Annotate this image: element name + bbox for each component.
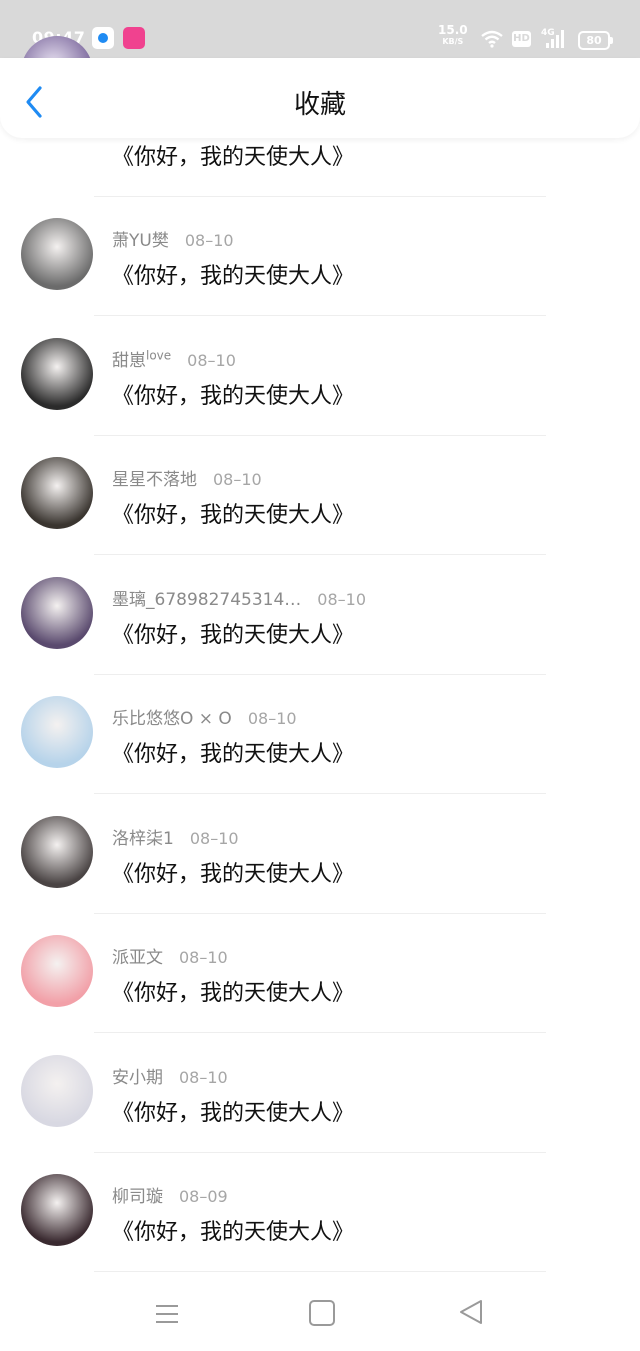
divider: [94, 434, 546, 436]
message-text: 《你好，我的天使大人》: [112, 861, 355, 887]
top-header: 收藏: [0, 58, 640, 138]
message-text: 《你好，我的天使大人》: [112, 1220, 355, 1245]
item-meta: 洛梓柒1 08–10: [112, 824, 239, 849]
item-date: 08–10: [184, 231, 234, 250]
item-date: 08–10: [247, 709, 297, 728]
list-item[interactable]: 墨璃_678982745314… 08–10 《你好，我的天使大人》: [0, 576, 640, 696]
item-meta: 派亚文 08–10: [112, 943, 228, 968]
item-date: 08–10: [317, 589, 367, 609]
list-item[interactable]: 星星不落地 08–10 《你好，我的天使大人》: [0, 457, 640, 576]
avatar[interactable]: [21, 457, 93, 529]
item-date: 08–10: [213, 470, 262, 489]
divider: [94, 793, 546, 794]
avatar[interactable]: [21, 696, 93, 768]
divider: [94, 1032, 546, 1033]
message-text: 《你好，我的天使大人》: [112, 383, 355, 409]
page-title: 收藏: [293, 90, 346, 120]
user-name[interactable]: 派亚文: [112, 948, 163, 968]
user-name[interactable]: 萧YU樊: [112, 231, 169, 251]
item-meta: 甜崽love 08–10: [112, 346, 236, 371]
item-meta: 乐比悠悠O × O 08–10: [112, 704, 297, 729]
hd-badge: HD: [512, 31, 531, 47]
message-text: 《你好，我的天使大人》: [112, 742, 355, 767]
network-speed-unit: KB/S: [442, 37, 464, 46]
network-speed-value: 15.0: [438, 23, 468, 37]
user-name[interactable]: 柳司璇: [112, 1187, 163, 1207]
app-notification-icon-2: [123, 27, 145, 49]
user-name[interactable]: 星星不落地: [112, 470, 197, 490]
network-speed: 15.0 KB/S: [438, 23, 468, 47]
divider: [94, 1151, 546, 1153]
divider: [94, 554, 546, 555]
list-item[interactable]: 乐比悠悠O × O 08–10 《你好，我的天使大人》: [0, 696, 640, 815]
item-meta: 柳司璇 08–09: [112, 1182, 228, 1207]
list-item[interactable]: 安小期 08–10 《你好，我的天使大人》: [0, 1054, 640, 1174]
divider: [94, 315, 546, 316]
battery-icon: 80: [578, 31, 613, 50]
divider: [94, 1271, 546, 1272]
item-date: 08–10: [187, 350, 236, 370]
divider: [94, 673, 546, 675]
list-item[interactable]: 洛梓柒1 08–10 《你好，我的天使大人》: [0, 815, 640, 935]
signal-icon: [546, 28, 564, 48]
message-text: 《你好，我的天使大人》: [112, 1100, 355, 1126]
item-date: 08–10: [179, 948, 228, 967]
menu-icon[interactable]: [154, 1303, 180, 1325]
user-name[interactable]: 甜崽: [112, 351, 146, 371]
user-name[interactable]: 洛梓柒1: [112, 829, 174, 849]
back-triangle-icon[interactable]: [458, 1299, 484, 1325]
user-name[interactable]: 墨璃_678982745314…: [112, 590, 301, 610]
item-date: 08–10: [189, 828, 239, 848]
user-name-suffix: love: [146, 347, 172, 362]
system-nav-bar: [0, 1275, 640, 1351]
wifi-icon: [481, 30, 503, 48]
message-text: 《你好，我的天使大人》: [112, 981, 355, 1006]
list-item[interactable]: 萧YU樊 08–10 《你好，我的天使大人》: [0, 218, 640, 337]
status-bar: 09:47 15.0 KB/S HD 4G 80: [0, 0, 640, 58]
user-name[interactable]: 乐比悠悠O × O: [112, 709, 232, 729]
avatar[interactable]: [21, 337, 93, 410]
item-date: 08–10: [179, 1067, 228, 1087]
list-item[interactable]: 派亚文 08–10 《你好，我的天使大人》: [0, 935, 640, 1054]
message-text: 《你好，我的天使大人》: [112, 264, 355, 289]
app-notification-icon: [92, 27, 114, 49]
message-text: 《你好，我的天使大人》: [112, 503, 355, 528]
home-square-icon[interactable]: [309, 1300, 335, 1326]
message-text: 《你好，我的天使大人》: [112, 145, 355, 170]
item-meta: 萧YU樊 08–10: [112, 226, 234, 251]
divider: [94, 912, 546, 914]
avatar[interactable]: [21, 815, 93, 888]
avatar[interactable]: [21, 1174, 93, 1246]
user-name[interactable]: 安小期: [112, 1068, 163, 1088]
divider: [94, 196, 546, 197]
item-meta: 安小期 08–10: [112, 1063, 228, 1088]
item-meta: 星星不落地 08–10: [112, 465, 262, 490]
message-text: 《你好，我的天使大人》: [112, 622, 355, 648]
list-item[interactable]: 甜崽love 08–10 《你好，我的天使大人》: [0, 337, 640, 457]
avatar[interactable]: [21, 218, 93, 290]
item-meta: 墨璃_678982745314… 08–10: [112, 585, 366, 610]
avatar[interactable]: [21, 576, 93, 649]
avatar[interactable]: [21, 1054, 93, 1127]
item-date: 08–09: [179, 1187, 228, 1206]
avatar[interactable]: [21, 935, 93, 1007]
